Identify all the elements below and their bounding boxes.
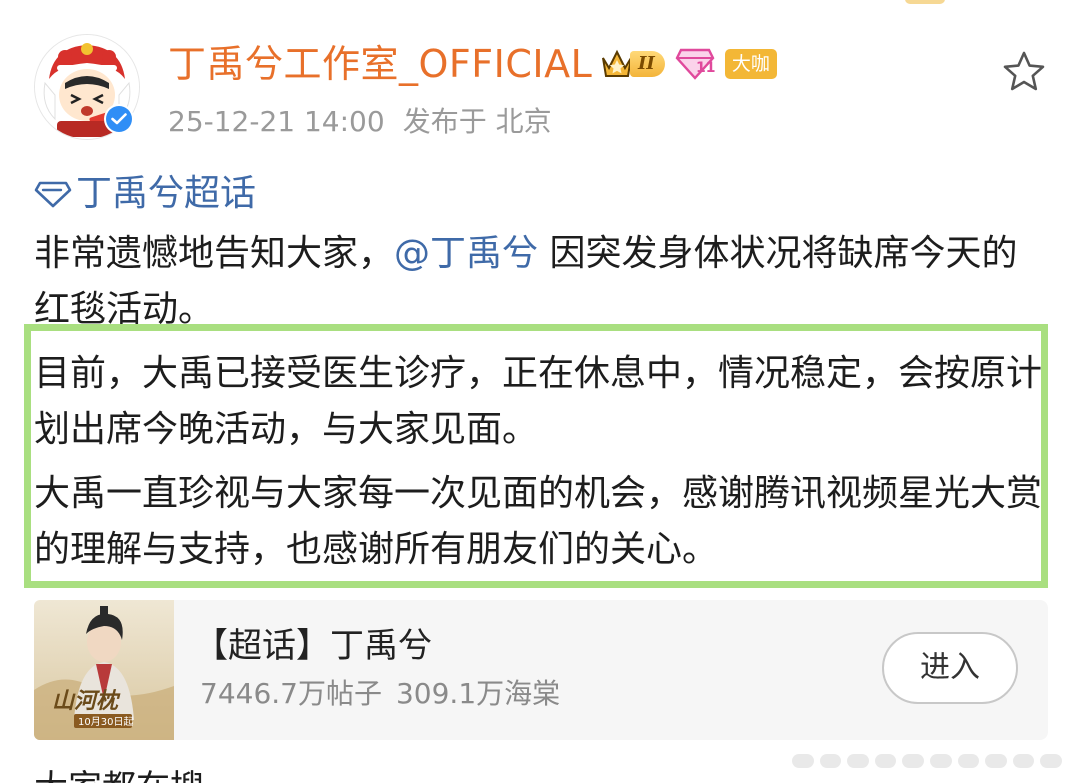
- poster-title: 山河枕: [52, 688, 121, 714]
- poster-date: 10月30日起: [78, 716, 133, 728]
- post-time: 25-12-21 14:00: [168, 105, 385, 138]
- rank-label: II: [630, 51, 665, 77]
- gem-member-icon[interactable]: 11: [675, 46, 715, 82]
- paragraph-1-text: 非常遗憾地告知大家，: [34, 233, 395, 274]
- vip-tag[interactable]: 大咖: [724, 49, 777, 79]
- top-decoration: [905, 0, 945, 4]
- diamond-topic-icon: [34, 181, 72, 208]
- rank-badge[interactable]: II: [600, 48, 665, 80]
- mention-link[interactable]: @丁禹兮: [394, 233, 538, 274]
- super-topic-link[interactable]: 丁禹兮超话: [34, 170, 256, 218]
- next-section-title: 大家都在搜: [34, 766, 204, 783]
- card-stats: 7446.7万帖子 309.1万海棠: [200, 676, 560, 712]
- favorite-star-icon[interactable]: [1000, 48, 1048, 96]
- author-badges: II 11 大咖: [600, 46, 777, 82]
- crown-icon: [602, 49, 632, 77]
- card-title: 【超话】丁禹兮: [194, 626, 432, 666]
- topic-poster-thumbnail: 山河枕 10月30日起: [34, 600, 174, 740]
- post-paragraph-1: 非常遗憾地告知大家，@丁禹兮 因突发身体状况将缺席今天的红毯活动。: [34, 226, 1044, 326]
- super-topic-card[interactable]: 山河枕 10月30日起 【超话】丁禹兮 7446.7万帖子 309.1万海棠 进入: [34, 600, 1048, 740]
- verified-badge-icon: [104, 104, 134, 134]
- svg-text:11: 11: [696, 60, 715, 76]
- topic-label: 丁禹兮超话: [76, 173, 257, 214]
- weibo-post-page: 丁禹兮工作室_OFFICIAL II 11 大咖 25-12-21 14:00 发…: [0, 0, 1080, 783]
- post-location: 发布于 北京: [402, 105, 552, 138]
- card-post-count: 7446.7万帖子: [200, 677, 382, 710]
- post-paragraph-3: 大禹一直珍视与大家每一次见面的机会，感谢腾讯视频星光大赏的理解与支持，也感谢所有…: [34, 473, 1043, 570]
- author-name[interactable]: 丁禹兮工作室_OFFICIAL: [168, 40, 592, 88]
- post-paragraph-2: 目前，大禹已接受医生诊疗，正在休息中，情况稳定，会按原计划出席今晚活动，与大家见…: [34, 353, 1043, 450]
- watermark: [792, 748, 1062, 774]
- post-meta: 25-12-21 14:00 发布于 北京: [168, 104, 552, 140]
- card-member-count: 309.1万海棠: [395, 677, 561, 710]
- enter-button[interactable]: 进入: [882, 632, 1018, 704]
